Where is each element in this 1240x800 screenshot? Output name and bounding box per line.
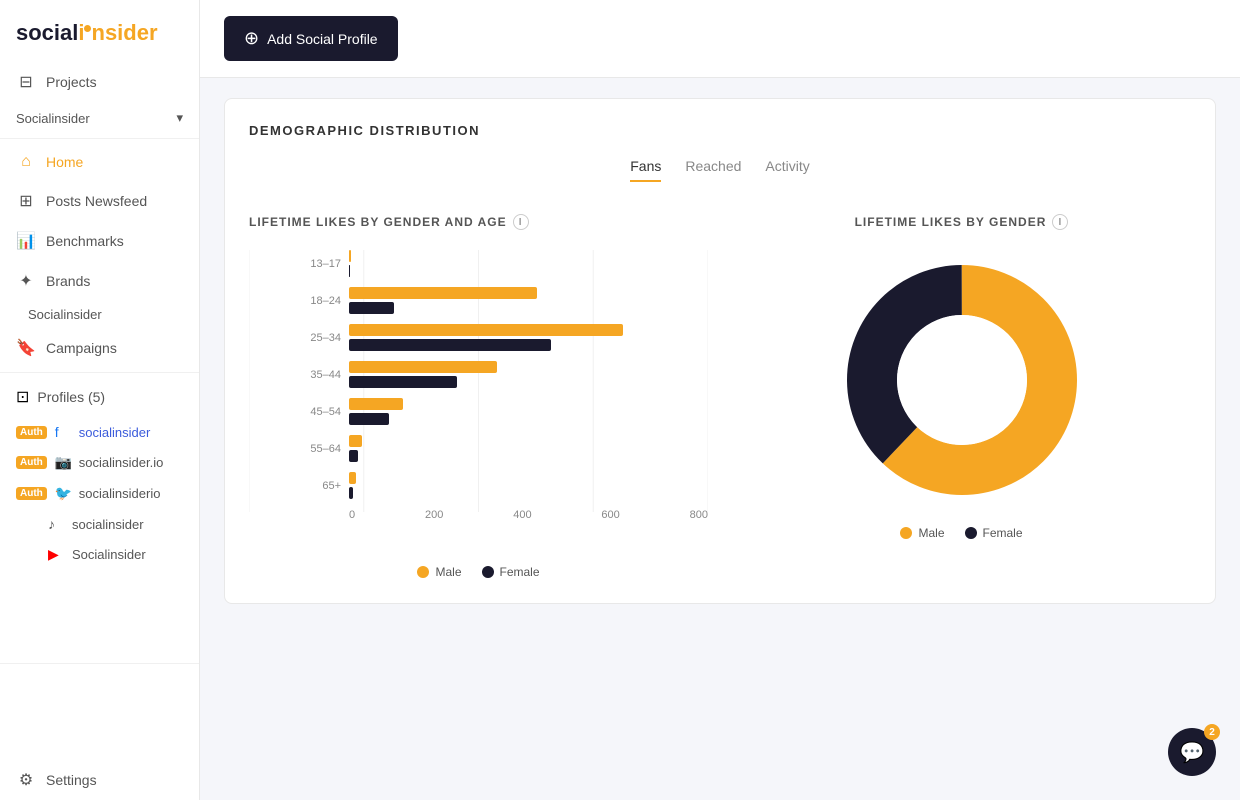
legend-female: Female <box>482 565 540 579</box>
twitter-icon: 🐦 <box>55 485 71 502</box>
instagram-icon: 📷 <box>55 454 71 471</box>
bar-row: 25–34 <box>297 324 708 351</box>
donut-svg <box>832 250 1092 510</box>
bar-chart-info-icon[interactable]: i <box>513 214 529 230</box>
donut-legend-female: Female <box>965 526 1023 540</box>
campaign-icon: 🔖 <box>16 338 36 358</box>
profile-item-yt[interactable]: ▶ Socialinsider <box>0 539 199 570</box>
sidebar: social insider ⊟ Projects Socialinsider … <box>0 0 200 800</box>
plus-circle-icon: ⊕ <box>244 28 259 49</box>
sidebar-sub-socialinsider[interactable]: Socialinsider <box>0 301 199 328</box>
content-area: DEMOGRAPHIC DISTRIBUTION Fans Reached Ac… <box>200 78 1240 800</box>
sidebar-item-home[interactable]: ⌂ Home <box>0 143 199 181</box>
profile-item-tt[interactable]: ♪ socialinsider <box>0 509 199 539</box>
bar-female <box>349 487 353 499</box>
profile-item-fb[interactable]: Auth f socialinsider <box>0 417 199 447</box>
donut-chart-legend: Male Female <box>900 526 1022 540</box>
bar-male <box>349 398 403 410</box>
legend-male: Male <box>417 565 461 579</box>
bar-female <box>349 265 350 277</box>
bar-chart-title: LIFETIME LIKES BY GENDER AND AGE i <box>249 214 708 230</box>
youtube-icon: ▶ <box>48 546 64 563</box>
tab-activity[interactable]: Activity <box>765 158 809 182</box>
donut-chart-section: LIFETIME LIKES BY GENDER i <box>732 214 1191 579</box>
donut-female-dot <box>965 527 977 539</box>
male-dot <box>417 566 429 578</box>
bar-male <box>349 472 356 484</box>
donut-male-dot <box>900 527 912 539</box>
donut-chart-info-icon[interactable]: i <box>1052 214 1068 230</box>
donut-chart <box>832 250 1092 510</box>
project-selector[interactable]: Socialinsider ▾ <box>0 102 199 134</box>
demographic-card: DEMOGRAPHIC DISTRIBUTION Fans Reached Ac… <box>224 98 1216 604</box>
tab-reached[interactable]: Reached <box>685 158 741 182</box>
donut-chart-title: LIFETIME LIKES BY GENDER i <box>855 214 1069 230</box>
bar-chart: 13–17 18–24 25–34 35–44 45–54 55–64 65+ 0200400… <box>249 250 708 553</box>
bar-female <box>349 302 394 314</box>
female-dot <box>482 566 494 578</box>
bar-row: 13–17 <box>297 250 708 277</box>
bar-female <box>349 339 551 351</box>
chat-widget[interactable]: 💬 2 <box>1168 728 1216 776</box>
logo: social insider <box>0 0 199 62</box>
bar-female <box>349 376 457 388</box>
tab-fans[interactable]: Fans <box>630 158 661 182</box>
sidebar-item-brands[interactable]: ✦ Brands <box>0 261 199 301</box>
profile-item-ig[interactable]: Auth 📷 socialinsider.io <box>0 447 199 478</box>
settings-icon: ⚙ <box>16 770 36 790</box>
profiles-section-header[interactable]: ⊡ Profiles (5) <box>0 377 199 417</box>
bar-row: 35–44 <box>297 361 708 388</box>
bar-male <box>349 435 362 447</box>
bar-male <box>349 361 497 373</box>
chart-tabs: Fans Reached Activity <box>249 158 1191 182</box>
sidebar-item-settings[interactable]: ⚙ Settings <box>0 760 199 800</box>
sidebar-item-projects[interactable]: ⊟ Projects <box>0 62 199 102</box>
sidebar-item-posts[interactable]: ⊞ Posts Newsfeed <box>0 181 199 221</box>
facebook-icon: f <box>55 424 71 440</box>
donut-legend-male: Male <box>900 526 944 540</box>
bar-chart-legend: Male Female <box>249 565 708 579</box>
chart-icon: 📊 <box>16 231 36 251</box>
bar-row: 65+ <box>297 472 708 499</box>
x-axis: 0200400600800 <box>297 509 708 521</box>
bar-row: 55–64 <box>297 435 708 462</box>
bar-chart-section: LIFETIME LIKES BY GENDER AND AGE i 13–17… <box>249 214 708 579</box>
home-icon: ⌂ <box>16 153 36 171</box>
bar-male <box>349 324 623 336</box>
brand-icon: ✦ <box>16 271 36 291</box>
sidebar-item-campaigns[interactable]: 🔖 Campaigns <box>0 328 199 368</box>
main-content: ⊕ Add Social Profile DEMOGRAPHIC DISTRIB… <box>200 0 1240 800</box>
section-title: DEMOGRAPHIC DISTRIBUTION <box>249 123 1191 138</box>
layers-icon: ⊟ <box>16 72 36 92</box>
add-profile-button[interactable]: ⊕ Add Social Profile <box>224 16 398 61</box>
profiles-icon: ⊡ <box>16 387 29 407</box>
bar-male <box>349 250 351 262</box>
grid-icon: ⊞ <box>16 191 36 211</box>
bar-female <box>349 413 389 425</box>
chat-badge: 2 <box>1204 724 1220 740</box>
chevron-down-icon: ▾ <box>176 110 183 126</box>
bar-female <box>349 450 358 462</box>
charts-row: LIFETIME LIKES BY GENDER AND AGE i 13–17… <box>249 214 1191 579</box>
bar-row: 45–54 <box>297 398 708 425</box>
chat-icon: 💬 <box>1180 740 1205 765</box>
tiktok-icon: ♪ <box>48 516 64 532</box>
profile-item-tw[interactable]: Auth 🐦 socialinsiderio <box>0 478 199 509</box>
bar-row: 18–24 <box>297 287 708 314</box>
bar-male <box>349 287 537 299</box>
topbar: ⊕ Add Social Profile <box>200 0 1240 78</box>
sidebar-item-benchmarks[interactable]: 📊 Benchmarks <box>0 221 199 261</box>
